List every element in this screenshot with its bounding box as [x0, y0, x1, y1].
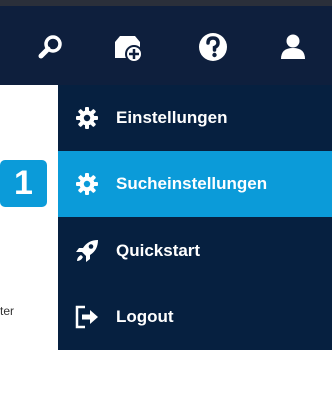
rocket-icon [72, 236, 102, 266]
menu-item-sucheinstellungen[interactable]: Sucheinstellungen [58, 151, 332, 217]
menu-item-einstellungen[interactable]: Einstellungen [58, 85, 332, 151]
partial-text: ter [0, 304, 15, 318]
menu-item-label: Quickstart [116, 241, 201, 260]
menu-item-label: Logout [116, 307, 174, 326]
help-icon[interactable] [196, 30, 230, 64]
user-dropdown-menu: Einstellungen Sucheinstellungen Quicksta… [58, 85, 332, 350]
package-add-icon[interactable] [110, 30, 144, 64]
user-icon[interactable] [276, 30, 310, 64]
gear-icon [72, 103, 102, 133]
step-number-badge: 1 [0, 160, 47, 207]
menu-item-label: Einstellungen [116, 108, 228, 127]
menu-item-quickstart[interactable]: Quickstart [58, 218, 332, 284]
menu-item-logout[interactable]: Logout [58, 284, 332, 350]
menu-item-label: Sucheinstellungen [116, 174, 268, 193]
page-content [0, 85, 58, 405]
gear-icon [72, 169, 102, 199]
search-icon[interactable] [34, 30, 68, 64]
logout-icon [72, 302, 102, 332]
top-navbar [0, 6, 332, 85]
